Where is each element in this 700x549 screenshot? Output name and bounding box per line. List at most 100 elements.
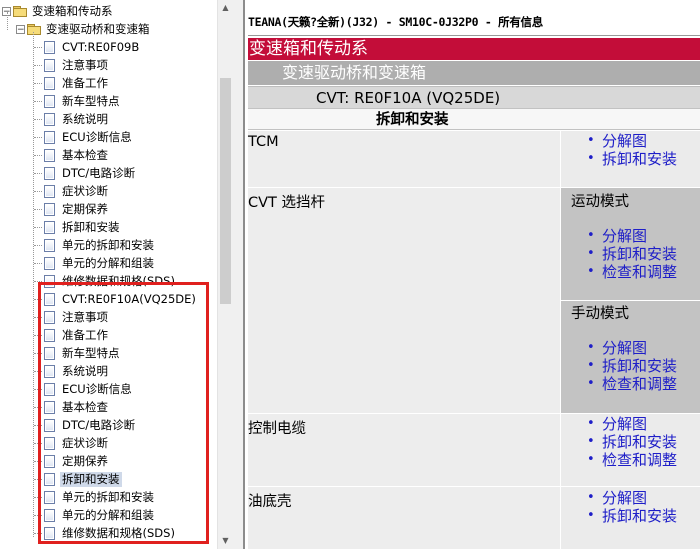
tree-item[interactable]: 系统说明 — [44, 110, 110, 128]
tree-item[interactable]: DTC/电路诊断 — [44, 416, 137, 434]
tree-item[interactable]: 维修数据和规格(SDS) — [44, 272, 177, 290]
tree-item-label: 维修数据和规格(SDS) — [62, 525, 175, 540]
document-icon — [44, 310, 55, 324]
tree-scrollbar[interactable]: ▲ ▼ — [217, 0, 233, 549]
tree-item-label: ECU诊断信息 — [62, 381, 132, 396]
tree-item[interactable]: 准备工作 — [44, 74, 110, 92]
folder-open-icon — [13, 5, 27, 17]
link-inspection-adjustment[interactable]: 检查和调整 — [561, 375, 677, 393]
tree-item[interactable]: CVT:RE0F10A(VQ25DE) — [44, 290, 198, 308]
link-inspection-adjustment[interactable]: 检查和调整 — [561, 263, 677, 281]
tree-connector — [34, 497, 42, 498]
tree-item-label: ECU诊断信息 — [62, 129, 132, 144]
document-icon — [44, 112, 55, 126]
document-icon — [44, 274, 55, 288]
tree-item[interactable]: ECU诊断信息 — [44, 128, 134, 146]
link-inspection-adjustment[interactable]: 检查和调整 — [561, 451, 677, 469]
pane-splitter[interactable] — [233, 0, 245, 549]
tree-item[interactable]: CVT:RE0F09B — [44, 38, 141, 56]
mode-cell-manual: 手动模式 分解图 拆卸和安装 检查和调整 — [561, 301, 700, 413]
tree-item-label: 症状诊断 — [62, 183, 108, 198]
tree-item-label: DTC/电路诊断 — [62, 165, 136, 180]
scrollbar-thumb[interactable] — [220, 78, 231, 304]
section-header: 拆卸和安装 — [248, 108, 700, 130]
link-exploded-view[interactable]: 分解图 — [561, 132, 677, 150]
tree-node-transmission[interactable]: − 变速箱和传动系 — [2, 2, 115, 20]
link-removal-installation[interactable]: 拆卸和安装 — [561, 150, 677, 168]
scroll-down-arrow-icon[interactable]: ▼ — [218, 533, 233, 549]
tree-item[interactable]: 单元的拆卸和安装 — [44, 236, 156, 254]
tree-item[interactable]: 注意事项 — [44, 56, 110, 74]
link-removal-installation[interactable]: 拆卸和安装 — [561, 433, 677, 451]
document-icon — [44, 238, 55, 252]
tree-item[interactable]: DTC/电路诊断 — [44, 164, 137, 182]
link-exploded-view[interactable]: 分解图 — [561, 415, 677, 433]
document-icon — [44, 292, 55, 306]
tree-item[interactable]: 定期保养 — [44, 452, 110, 470]
tree-connector — [34, 461, 42, 462]
tree-item[interactable]: 定期保养 — [44, 200, 110, 218]
document-icon — [44, 490, 55, 504]
document-icon — [44, 472, 55, 486]
tree-connector — [34, 443, 42, 444]
tree-item-label: 系统说明 — [62, 111, 108, 126]
tree-connector — [34, 65, 42, 66]
tree-item-label: 注意事项 — [62, 57, 108, 72]
tree-item[interactable]: 症状诊断 — [44, 434, 110, 452]
tree-item[interactable]: 新车型特点 — [44, 92, 122, 110]
tree-connector — [34, 47, 42, 48]
tree-item-label: CVT:RE0F10A(VQ25DE) — [62, 291, 196, 306]
document-icon — [44, 58, 55, 72]
mode-label: 手动模式 — [571, 306, 629, 322]
tree-item[interactable]: 注意事项 — [44, 308, 110, 326]
tree-connector — [7, 12, 8, 30]
link-exploded-view[interactable]: 分解图 — [561, 489, 677, 507]
tree-connector — [34, 371, 42, 372]
link-removal-installation[interactable]: 拆卸和安装 — [561, 507, 677, 525]
link-exploded-view[interactable]: 分解图 — [561, 227, 677, 245]
tree-item-label: 定期保养 — [62, 201, 108, 216]
document-icon — [44, 202, 55, 216]
mode-label: 运动模式 — [571, 194, 629, 210]
document-title: TEANA(天籁?全新)(J32) - SM10C-0J32P0 - 所有信息 — [248, 15, 543, 29]
tree-item[interactable]: 单元的分解和组装 — [44, 254, 156, 272]
category-bar: 变速箱和传动系 — [248, 38, 700, 60]
tree-item[interactable]: 系统说明 — [44, 362, 110, 380]
tree-connector — [34, 299, 42, 300]
tree-connector — [34, 533, 42, 534]
document-icon — [44, 328, 55, 342]
link-removal-installation[interactable]: 拆卸和安装 — [561, 357, 677, 375]
tree-connector — [34, 155, 42, 156]
tree-connector — [34, 83, 42, 84]
tree-connector — [34, 119, 42, 120]
tree-item[interactable]: 单元的拆卸和安装 — [44, 488, 156, 506]
tree-item[interactable]: 基本检查 — [44, 146, 110, 164]
tree-item[interactable]: 拆卸和安装 — [44, 218, 122, 236]
tree-connector — [34, 101, 42, 102]
tree-connector — [34, 245, 42, 246]
tree-item[interactable]: 单元的分解和组装 — [44, 506, 156, 524]
tree-item-label: 单元的拆卸和安装 — [62, 489, 154, 504]
tree-item-label: 定期保养 — [62, 453, 108, 468]
tree-node-transaxle[interactable]: − 变速驱动桥和变速箱 — [16, 20, 152, 38]
tree-connector — [34, 227, 42, 228]
tree-item[interactable]: 症状诊断 — [44, 182, 110, 200]
scroll-up-arrow-icon[interactable]: ▲ — [218, 0, 233, 16]
document-icon — [44, 436, 55, 450]
tree-item[interactable]: ECU诊断信息 — [44, 380, 134, 398]
tree-item[interactable]: 维修数据和规格(SDS) — [44, 524, 177, 542]
document-icon — [44, 184, 55, 198]
mode-cell-sport: 运动模式 分解图 拆卸和安装 检查和调整 — [561, 188, 700, 300]
tree-item[interactable]: 拆卸和安装 — [44, 470, 122, 488]
link-removal-installation[interactable]: 拆卸和安装 — [561, 245, 677, 263]
collapse-toggle-icon[interactable]: − — [16, 24, 25, 34]
tree-item-label: 注意事项 — [62, 309, 108, 324]
component-row-oil-pan: 油底壳 — [248, 487, 560, 549]
document-icon — [44, 382, 55, 396]
tree-item-label: 准备工作 — [62, 327, 108, 342]
tree-item[interactable]: 基本检查 — [44, 398, 110, 416]
link-exploded-view[interactable]: 分解图 — [561, 339, 677, 357]
tree-item[interactable]: 新车型特点 — [44, 344, 122, 362]
tree-item[interactable]: 准备工作 — [44, 326, 110, 344]
tree-connector — [34, 173, 42, 174]
